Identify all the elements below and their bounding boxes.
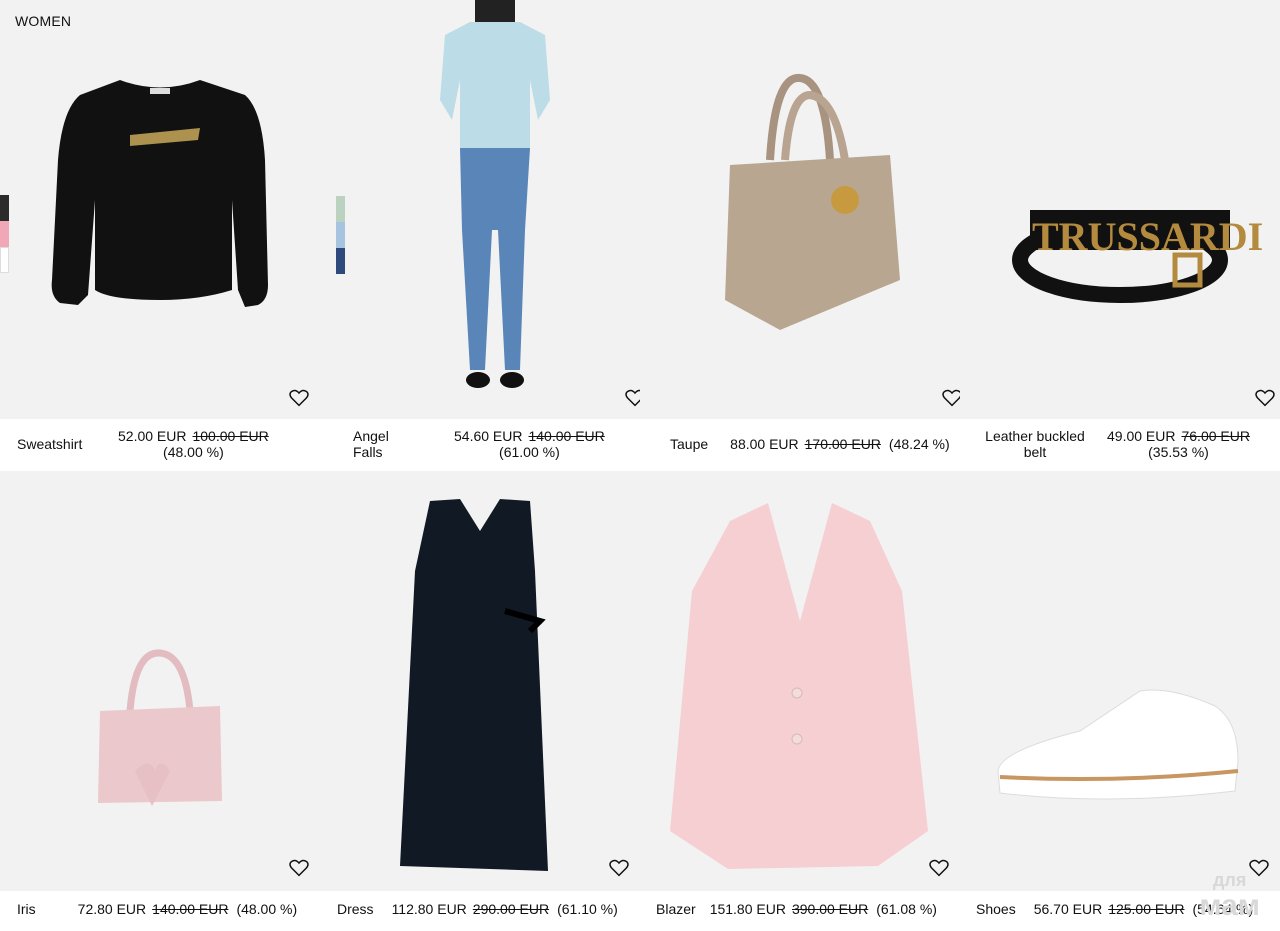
color-swatch[interactable] xyxy=(0,221,9,247)
product-name[interactable]: Sweatshirt xyxy=(17,419,82,469)
dress-image xyxy=(400,499,548,871)
original-price: 125.00 EUR xyxy=(1108,900,1185,917)
price-box: 54.60 EUR 140.00 EUR (61.00 %) xyxy=(454,419,605,469)
sale-price: 56.70 EUR xyxy=(1033,900,1103,917)
sale-price: 112.80 EUR xyxy=(391,900,467,917)
product-image[interactable] xyxy=(640,471,960,891)
sale-price: 49.00 EUR xyxy=(1107,428,1176,444)
product-name[interactable]: Leather buckled belt xyxy=(984,419,1086,469)
color-swatch[interactable] xyxy=(0,195,9,221)
handbag-image xyxy=(725,73,900,330)
discount-percent: (48.00 %) xyxy=(236,900,298,917)
product-image[interactable] xyxy=(0,471,320,891)
price-box: 49.00 EUR 76.00 EUR (35.53 %) xyxy=(1107,419,1250,469)
color-swatches xyxy=(336,196,345,274)
wishlist-heart-icon[interactable] xyxy=(942,389,962,407)
wishlist-heart-icon[interactable] xyxy=(1255,389,1275,407)
product-info: Angel Falls 54.60 EUR 140.00 EUR (61.00 %… xyxy=(320,419,640,469)
original-price: 390.00 EUR xyxy=(791,900,869,917)
color-swatch[interactable] xyxy=(336,248,345,274)
product-info: Blazer 151.80 EUR 390.00 EUR (61.08 %) xyxy=(640,886,960,931)
color-swatch[interactable] xyxy=(0,247,9,273)
svg-text:TRUSSARDI: TRUSSARDI xyxy=(1032,214,1263,259)
sale-price: 52.00 EUR xyxy=(118,428,187,444)
product-info: Iris 72.80 EUR 140.00 EUR (48.00 %) xyxy=(0,886,320,931)
discount-percent: (48.24 %) xyxy=(888,436,950,452)
price-box: 52.00 EUR 100.00 EUR (48.00 %) xyxy=(118,419,269,469)
wishlist-heart-icon[interactable] xyxy=(289,859,309,877)
belt-image: TRUSSARDI xyxy=(1012,210,1263,303)
watermark: для мам xyxy=(1199,867,1260,922)
jeans-outfit-image xyxy=(440,0,550,388)
wishlist-heart-icon[interactable] xyxy=(609,859,629,877)
original-price: 76.00 EUR xyxy=(1181,428,1250,444)
product-image[interactable]: TRUSSARDI xyxy=(960,0,1280,419)
product-grid: Sweatshirt 52.00 EUR 100.00 EUR (48.00 %) xyxy=(0,0,1280,931)
product-name[interactable]: Angel Falls xyxy=(353,419,413,469)
original-price: 170.00 EUR xyxy=(804,436,881,452)
watermark-line2: мам xyxy=(1199,889,1260,922)
product-info: Leather buckled belt 49.00 EUR 76.00 EUR … xyxy=(960,419,1280,469)
product-info: Sweatshirt 52.00 EUR 100.00 EUR (48.00 %) xyxy=(0,419,320,469)
product-name[interactable]: Blazer xyxy=(656,901,696,917)
pink-handbag-image xyxy=(98,649,222,806)
discount-percent: (61.10 %) xyxy=(557,900,618,917)
discount-percent: (48.00 %) xyxy=(163,444,224,460)
product-image[interactable] xyxy=(0,0,320,419)
color-swatches xyxy=(0,195,9,273)
product-name[interactable]: Shoes xyxy=(976,901,1016,917)
product-name[interactable]: Dress xyxy=(337,901,374,917)
discount-percent: (61.08 %) xyxy=(876,900,937,917)
blazer-image xyxy=(670,503,928,869)
product-image[interactable] xyxy=(960,471,1280,891)
product-image[interactable] xyxy=(320,0,640,419)
original-price: 140.00 EUR xyxy=(152,900,229,917)
color-swatch[interactable] xyxy=(336,196,345,222)
original-price: 100.00 EUR xyxy=(192,428,269,444)
product-info: Dress 112.80 EUR 290.00 EUR (61.10 %) xyxy=(320,886,640,931)
wishlist-heart-icon[interactable] xyxy=(289,389,309,407)
product-name[interactable]: Taupe xyxy=(670,436,708,452)
color-swatch[interactable] xyxy=(336,222,345,248)
product-info: Taupe 88.00 EUR 170.00 EUR (48.24 %) xyxy=(640,419,960,469)
discount-percent: (35.53 %) xyxy=(1148,444,1209,460)
discount-percent: (61.00 %) xyxy=(499,444,560,460)
product-image[interactable] xyxy=(320,471,640,891)
product-image[interactable] xyxy=(640,0,960,419)
original-price: 140.00 EUR xyxy=(528,428,605,444)
sale-price: 88.00 EUR xyxy=(730,436,799,452)
sale-price: 54.60 EUR xyxy=(454,428,523,444)
sale-price: 151.80 EUR xyxy=(709,900,786,917)
original-price: 290.00 EUR xyxy=(472,900,550,917)
sale-price: 72.80 EUR xyxy=(77,900,147,917)
sneaker-image xyxy=(997,689,1239,800)
section-title: WOMEN xyxy=(15,13,72,29)
sweatshirt-image xyxy=(51,80,268,307)
wishlist-heart-icon[interactable] xyxy=(929,859,949,877)
product-name[interactable]: Iris xyxy=(17,901,36,917)
